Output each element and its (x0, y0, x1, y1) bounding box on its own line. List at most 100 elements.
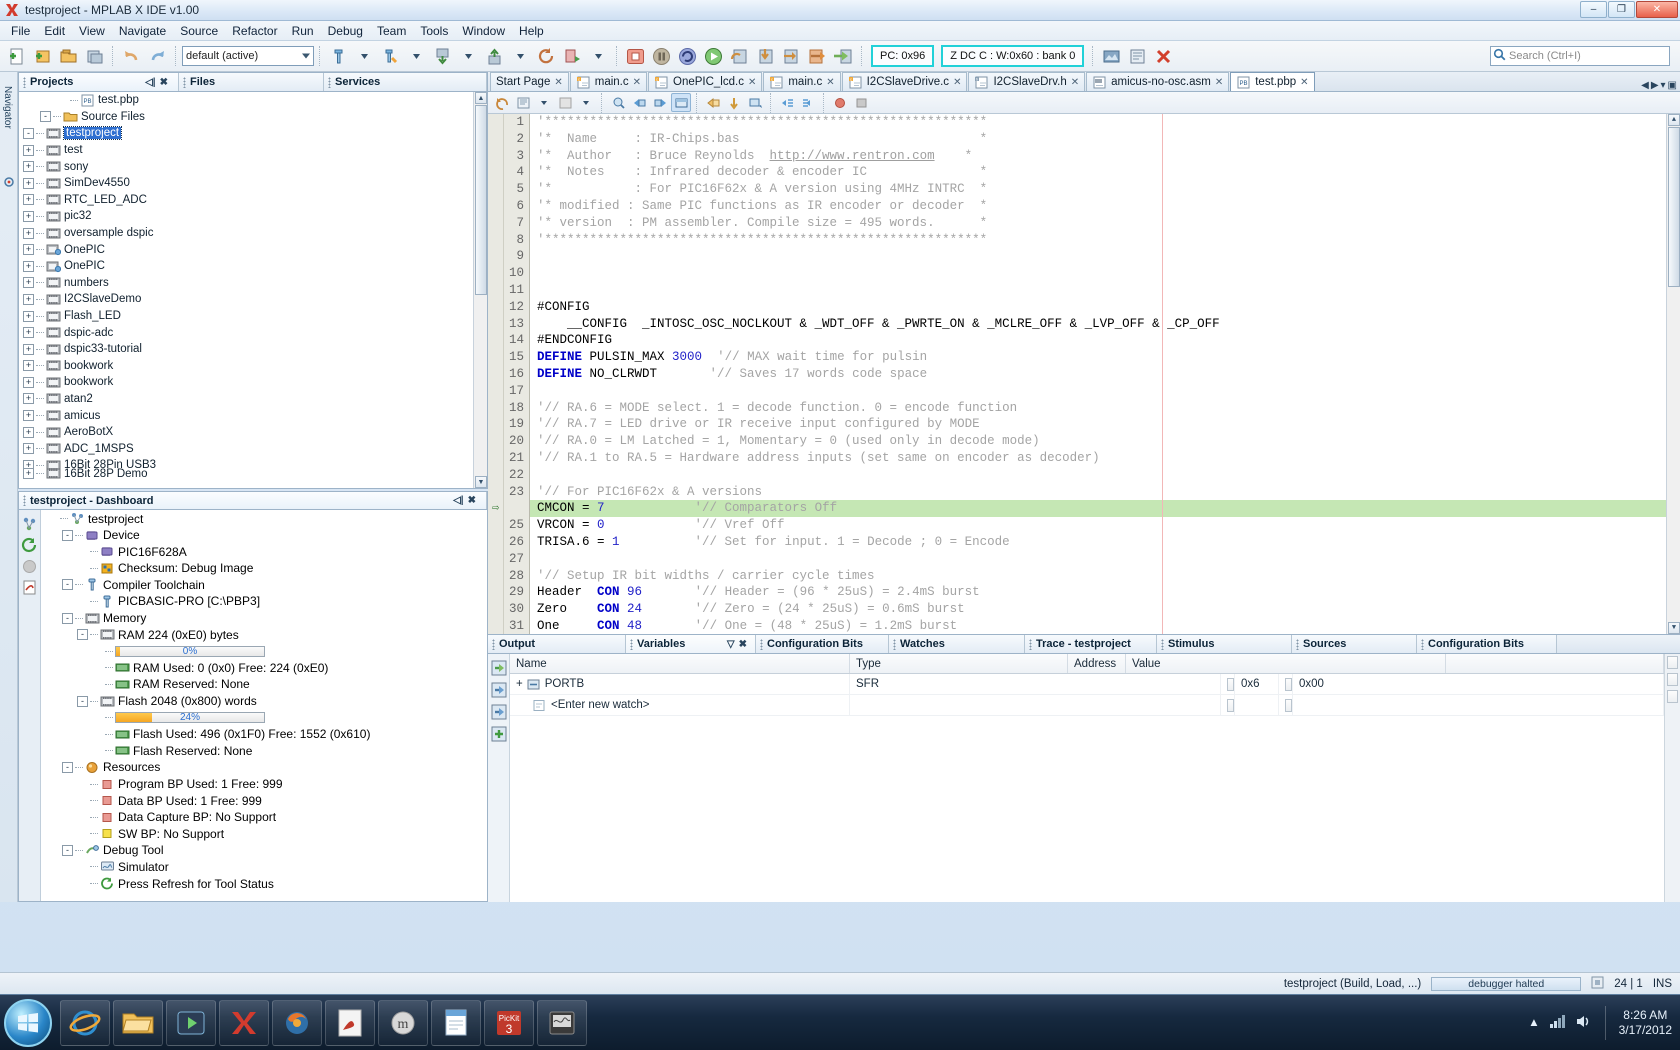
column-resize-handle-icon[interactable] (1667, 690, 1678, 703)
column-resize-handle-icon[interactable] (1285, 699, 1292, 712)
close-tab-icon[interactable]: ✕ (554, 77, 562, 88)
code-line[interactable]: '***************************************… (537, 114, 1680, 131)
previous-bookmark-icon[interactable] (629, 93, 649, 112)
editor-gutter-cell[interactable] (488, 265, 503, 282)
tab-files[interactable]: Files (179, 73, 324, 91)
taskbar-item-adobe-reader[interactable] (325, 1000, 375, 1046)
project-tree-item[interactable]: +test (19, 142, 487, 159)
close-tab-icon[interactable]: ✕ (633, 77, 641, 88)
editor-tab[interactable]: PBtest.pbp✕ (1230, 72, 1314, 91)
editor-tab[interactable]: cI2CSlaveDrive.c✕ (842, 72, 968, 91)
dashboard-tree-item[interactable]: Checksum: Debug Image (41, 560, 487, 577)
save-all-icon[interactable] (82, 44, 107, 69)
project-tree-item[interactable]: +sony (19, 158, 487, 175)
scroll-thumb[interactable] (1668, 127, 1680, 287)
build-project-icon[interactable] (326, 44, 351, 69)
collapse-icon[interactable]: - (62, 845, 73, 856)
expand-icon[interactable]: + (23, 294, 34, 305)
toggle-bookmark-icon[interactable] (513, 93, 533, 112)
new-watch-icon[interactable] (489, 658, 509, 678)
dashboard-tree-item[interactable]: Press Refresh for Tool Status (41, 875, 487, 892)
editor-gutter-cell[interactable] (488, 517, 503, 534)
toggle-highlight-icon[interactable] (555, 93, 575, 112)
editor-gutter-cell[interactable] (488, 148, 503, 165)
taskbar-item-internet-explorer[interactable] (60, 1000, 110, 1046)
close-tab-icon[interactable]: ✕ (1071, 77, 1079, 88)
expand-icon[interactable]: + (23, 377, 34, 388)
code-line[interactable]: '// Setup IR bit widths / carrier cycle … (537, 568, 1680, 585)
code-line[interactable]: #ENDCONFIG (537, 332, 1680, 349)
column-resize-handle-icon[interactable] (1227, 699, 1234, 712)
taskbar-item-scope-app[interactable] (537, 1000, 587, 1046)
code-line[interactable]: Zero CON 24 '// Zero = (24 * 25uS) = 0.6… (537, 601, 1680, 618)
program-counter-arrow-icon[interactable]: ⇨ (488, 500, 503, 517)
expand-icon[interactable]: + (23, 393, 34, 404)
clean-build-icon[interactable] (378, 44, 403, 69)
editor-gutter-cell[interactable] (488, 450, 503, 467)
open-project-icon[interactable] (56, 44, 81, 69)
code-line[interactable]: DEFINE PULSIN_MAX 3000 '// MAX wait time… (537, 349, 1680, 366)
bottom-panel-tab[interactable]: Configuration Bits (1417, 635, 1557, 653)
menu-window[interactable]: Window (455, 22, 512, 40)
next-bookmark-icon[interactable] (650, 93, 670, 112)
projects-scrollbar[interactable]: ▲ ▼ (473, 92, 487, 488)
bottom-panel-tab[interactable]: Variables▽✖ (626, 635, 756, 653)
dashboard-tree-item[interactable]: Flash Used: 496 (0x1F0) Free: 1552 (0x61… (41, 726, 487, 743)
editor-gutter-cell[interactable] (488, 400, 503, 417)
code-line[interactable] (537, 551, 1680, 568)
code-line[interactable]: '// RA.1 to RA.5 = Hardware address inpu… (537, 450, 1680, 467)
close-tab-icon[interactable]: ✕ (1215, 77, 1223, 88)
watch-row-name-cell[interactable]: +PORTB (510, 674, 850, 694)
upload-dropdown-icon[interactable] (508, 44, 533, 69)
editor-gutter-cell[interactable] (488, 433, 503, 450)
editor-scrollbar[interactable]: ▲ ▼ (1666, 114, 1680, 634)
watch-table-rows[interactable]: +PORTBSFR0x60x00<Enter new watch> (510, 674, 1664, 716)
expand-icon[interactable]: + (23, 277, 34, 288)
debug-dropdown-icon[interactable] (586, 44, 611, 69)
scroll-down-icon[interactable]: ▼ (1668, 622, 1680, 634)
memory-view-icon[interactable] (1099, 44, 1124, 69)
dashboard-tree-item[interactable]: -Flash 2048 (0x800) words (41, 693, 487, 710)
editor-gutter-cell[interactable] (488, 114, 503, 131)
project-tree-item[interactable]: +bookwork (19, 358, 487, 375)
code-line[interactable]: '// RA.7 = LED drive or IR receive input… (537, 416, 1680, 433)
watch-address-icon[interactable] (489, 702, 509, 722)
navigator-strip[interactable]: Navigator (0, 72, 18, 902)
taskbar-clock[interactable]: 8:26 AM 3/17/2012 (1619, 1008, 1672, 1038)
editor-gutter-cell[interactable] (488, 416, 503, 433)
close-pane-icon[interactable]: ✖ (739, 639, 747, 650)
editor-tab-bar[interactable]: Start Page✕cmain.c✕cOnePIC_lcd.c✕cmain.c… (488, 72, 1680, 92)
column-value[interactable]: Value (1126, 654, 1446, 673)
close-button[interactable]: ✕ (1636, 1, 1678, 18)
bottom-panel-tab[interactable]: Trace - testproject (1025, 635, 1157, 653)
collapse-icon[interactable]: - (62, 613, 73, 624)
dashboard-tree-item[interactable]: -Resources (41, 759, 487, 776)
close-tab-icon[interactable]: ✕ (1300, 77, 1308, 88)
editor-glyph-gutter[interactable]: ⇨ (488, 114, 504, 634)
menu-refactor[interactable]: Refactor (225, 22, 284, 40)
taskbar-item-media-player[interactable] (166, 1000, 216, 1046)
project-tree-item[interactable]: +Flash_LED (19, 308, 487, 325)
editor-gutter-cell[interactable] (488, 366, 503, 383)
expand-icon[interactable]: + (23, 211, 34, 222)
dashboard-tree-item[interactable]: testproject (41, 510, 487, 527)
code-line[interactable]: TRISA.6 = 1 '// Set for input. 1 = Decod… (537, 534, 1680, 551)
continue-icon[interactable] (701, 44, 726, 69)
dashboard-tree-item[interactable]: SW BP: No Support (41, 825, 487, 842)
bottom-panel-tab[interactable]: Watches (889, 635, 1025, 653)
shift-left-icon[interactable] (703, 93, 723, 112)
project-tree-item[interactable]: +dspic33-tutorial (19, 341, 487, 358)
scroll-tabs-right-icon[interactable]: ▶ (1651, 80, 1659, 91)
comment-icon[interactable] (745, 93, 765, 112)
step-over-icon[interactable] (727, 44, 752, 69)
code-line[interactable]: '* Author : Bruce Reynolds http://www.re… (537, 148, 1680, 165)
program-dropdown-icon[interactable] (456, 44, 481, 69)
code-line[interactable]: '* : For PIC16F62x & A version using 4MH… (537, 181, 1680, 198)
editor-gutter-cell[interactable] (488, 349, 503, 366)
taskbar-item-pickit3[interactable]: PicKit3 (484, 1000, 534, 1046)
scroll-tabs-left-icon[interactable]: ◀ (1641, 80, 1649, 91)
column-resize-handle-icon[interactable] (1285, 678, 1292, 691)
expand-icon[interactable]: + (23, 327, 34, 338)
dashboard-tree-item[interactable]: PIC16F628A (41, 543, 487, 560)
column-name[interactable]: Name (510, 654, 850, 673)
